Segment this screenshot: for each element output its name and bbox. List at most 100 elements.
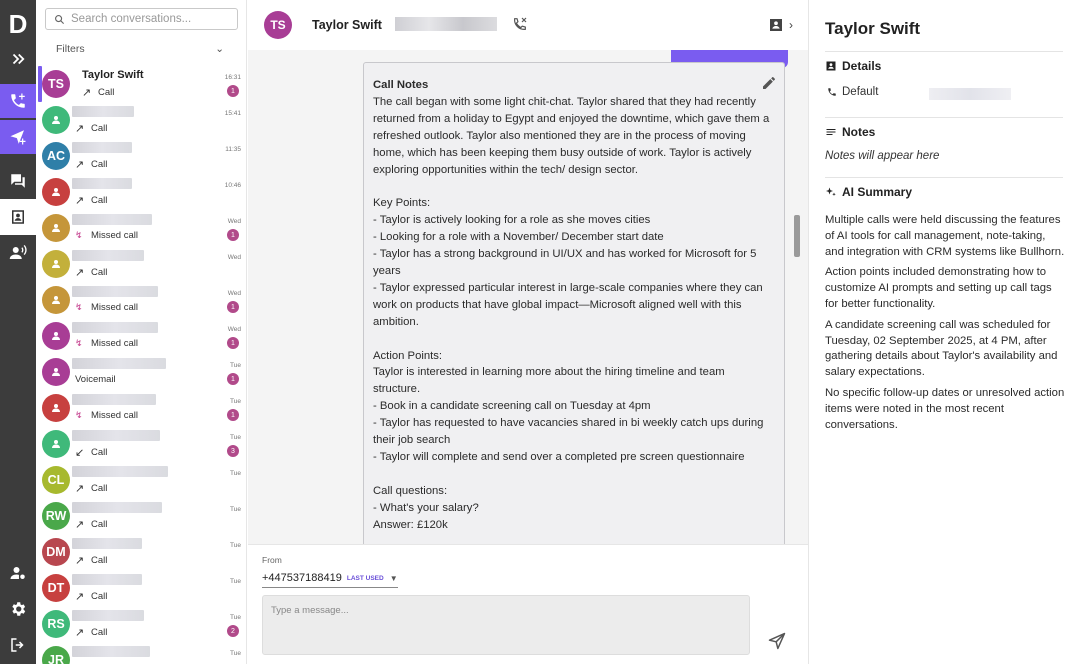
voice-button[interactable] — [0, 236, 36, 270]
conversation-item[interactable]: ↯ Missed call Wed 1 — [36, 318, 246, 354]
divider — [825, 177, 1063, 178]
app-logo: D — [8, 8, 28, 39]
search-input[interactable] — [71, 13, 231, 25]
conversation-preview: ↯ Missed call — [75, 302, 138, 313]
nav-rail: D — [0, 0, 36, 664]
conversation-item[interactable]: ↯ Missed call Wed 1 — [36, 282, 246, 318]
from-number: +447537188419 — [262, 572, 342, 584]
redacted-phone-number — [395, 17, 497, 31]
preview-text: Call — [91, 627, 108, 638]
expand-nav-button[interactable] — [0, 42, 36, 76]
outgoing-arrow-icon: ↗ — [75, 195, 85, 207]
logout-icon — [11, 638, 24, 652]
redacted-name — [72, 538, 142, 549]
message-input[interactable] — [263, 596, 749, 654]
phone-entry[interactable]: Default — [827, 86, 878, 98]
details-contact-name: Taylor Swift — [825, 19, 921, 38]
redacted-name — [72, 322, 158, 333]
ai-summary-section-header[interactable]: AI Summary — [825, 185, 912, 199]
notes-placeholder: Notes will appear here — [825, 150, 940, 162]
account-button[interactable] — [0, 556, 36, 590]
search-box[interactable] — [45, 8, 238, 30]
settings-button[interactable] — [0, 592, 36, 626]
ai-summary-paragraph: A candidate screening call was scheduled… — [825, 318, 1058, 379]
conversation-preview: ↗ Call — [75, 518, 107, 531]
details-panel: Taylor Swift Details Default Notes Notes… — [808, 0, 1075, 664]
conversation-preview: ↯ Missed call — [75, 410, 138, 421]
preview-text: Voicemail — [75, 374, 116, 385]
contact-avatar[interactable]: TS — [264, 11, 292, 39]
conversation-item[interactable]: ↗ Call 10:46 — [36, 174, 246, 210]
conversation-preview: ↗ Call — [75, 482, 107, 495]
conversation-item[interactable]: ↯ Missed call Wed 1 — [36, 210, 246, 246]
conversation-time: 11:35 — [225, 146, 241, 153]
conversation-time: Tue — [230, 362, 241, 369]
caret-down-icon: ▼ — [389, 573, 398, 583]
avatar — [42, 322, 70, 350]
phone-call-icon[interactable] — [512, 16, 528, 32]
conversation-preview: ↗ Call — [75, 590, 107, 603]
call-notes-body: The call began with some light chit-chat… — [373, 95, 770, 531]
contact-card-icon — [770, 19, 782, 31]
ai-summary-paragraph: Multiple calls were held discussing the … — [825, 214, 1065, 258]
conversation-item[interactable]: JR Tue — [36, 642, 246, 664]
conversation-header: TS Taylor Swift › — [248, 0, 808, 50]
filters-toggle[interactable]: Filters ⌄ — [56, 43, 224, 55]
conversation-list-panel: Filters ⌄ TS Taylor Swift ↗ Call 16:31 1 ↗ Call… — [36, 0, 247, 664]
conversation-item[interactable]: ↯ Missed call Tue 1 — [36, 390, 246, 426]
preview-text: Call — [98, 87, 115, 98]
from-label: From — [262, 555, 282, 565]
redacted-name — [72, 214, 152, 225]
outgoing-arrow-icon: ↗ — [82, 87, 92, 99]
conversation-item[interactable]: RS ↗ Call Tue 2 — [36, 606, 246, 642]
preview-text: Missed call — [91, 410, 138, 421]
gear-icon — [12, 602, 26, 616]
unread-badge: 2 — [227, 625, 239, 637]
conversation-item[interactable]: Voicemail Tue 1 — [36, 354, 246, 390]
outgoing-arrow-icon: ↗ — [75, 159, 85, 171]
logout-button[interactable] — [0, 628, 36, 662]
conversation-item[interactable]: AC ↗ Call 11:35 — [36, 138, 246, 174]
details-section-header[interactable]: Details — [825, 59, 881, 73]
conversation-item[interactable]: CL ↗ Call Tue — [36, 462, 246, 498]
conversation-time: Tue — [230, 470, 241, 477]
chevron-down-icon: ⌄ — [215, 43, 224, 55]
ai-summary-paragraph: No specific follow-up dates or unresolve… — [825, 386, 1065, 431]
conversation-time: Wed — [227, 326, 241, 333]
phone-plus-icon — [11, 93, 25, 108]
send-campaign-button[interactable] — [0, 120, 36, 154]
contacts-button[interactable] — [0, 199, 36, 235]
outgoing-arrow-icon: ↗ — [75, 483, 85, 495]
toggle-details-button[interactable]: › — [768, 16, 796, 34]
conversation-item[interactable]: ↗ Call Wed — [36, 246, 246, 282]
conversations-button[interactable] — [0, 164, 36, 198]
sparkle-icon — [826, 187, 836, 196]
thread-scrollbar[interactable] — [794, 215, 800, 257]
send-plus-icon — [10, 130, 26, 145]
preview-text: Call — [91, 519, 108, 530]
avatar-initials: DM — [46, 545, 66, 559]
from-number-select[interactable]: +447537188419 LAST USED ▼ — [262, 569, 398, 588]
conversation-time: 15:41 — [224, 110, 241, 117]
unread-badge: 1 — [227, 373, 239, 385]
conversation-item[interactable]: ↙ Call Tue 3 — [36, 426, 246, 462]
conversation-preview: ↗ Call — [75, 266, 107, 279]
conversation-item[interactable]: DT ↗ Call Tue — [36, 570, 246, 606]
avatar — [42, 394, 70, 422]
preview-text: Call — [91, 483, 108, 494]
composer: From +447537188419 LAST USED ▼ — [248, 544, 808, 664]
pencil-icon[interactable] — [761, 75, 777, 91]
avatar-initials: TS — [48, 77, 64, 91]
conversation-item[interactable]: ↗ Call 15:41 — [36, 102, 246, 138]
conversation-time: Tue — [230, 398, 241, 405]
calls-button[interactable] — [0, 84, 36, 118]
avatar: DM — [42, 538, 70, 566]
notes-section-header[interactable]: Notes — [825, 125, 875, 139]
redacted-name — [72, 358, 166, 369]
message-box[interactable] — [262, 595, 750, 655]
conversation-item[interactable]: TS Taylor Swift ↗ Call 16:31 1 — [36, 66, 246, 102]
conversation-item[interactable]: DM ↗ Call Tue — [36, 534, 246, 570]
conversation-item[interactable]: RW ↗ Call Tue — [36, 498, 246, 534]
send-icon[interactable] — [767, 631, 787, 651]
avatar — [42, 286, 70, 314]
